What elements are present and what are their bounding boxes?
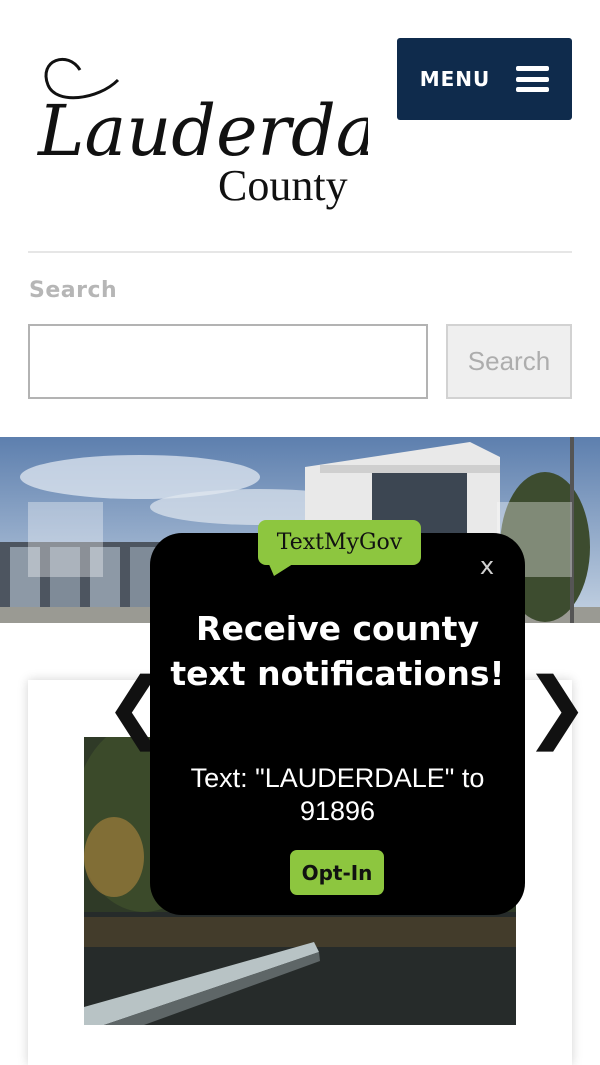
menu-label: MENU (419, 67, 491, 91)
badge-tail (268, 562, 296, 576)
opt-in-button[interactable]: Opt-In (290, 850, 384, 895)
site-logo[interactable]: Lauderdale County (28, 40, 368, 220)
hero-prev-button[interactable] (28, 502, 103, 577)
hamburger-icon (516, 66, 550, 92)
logo-graphic: Lauderdale County (36, 57, 368, 210)
menu-button[interactable]: MENU (397, 38, 572, 120)
popup-heading: Receive county text notifications! (170, 609, 505, 693)
textmygov-badge: TextMyGov (258, 520, 421, 565)
popup-instructions: Text: "LAUDERDALE" to 91896 (190, 763, 485, 826)
search-button[interactable]: Search (446, 324, 572, 399)
carousel-next-arrow[interactable]: ❯ (524, 668, 589, 746)
logo-script-text: Lauderdale (36, 90, 368, 172)
header-divider (28, 251, 572, 253)
logo-county-text: County (218, 161, 348, 210)
popup-close-button[interactable]: x (475, 551, 499, 581)
search-label: Search (29, 278, 118, 303)
search-input[interactable] (28, 324, 428, 399)
